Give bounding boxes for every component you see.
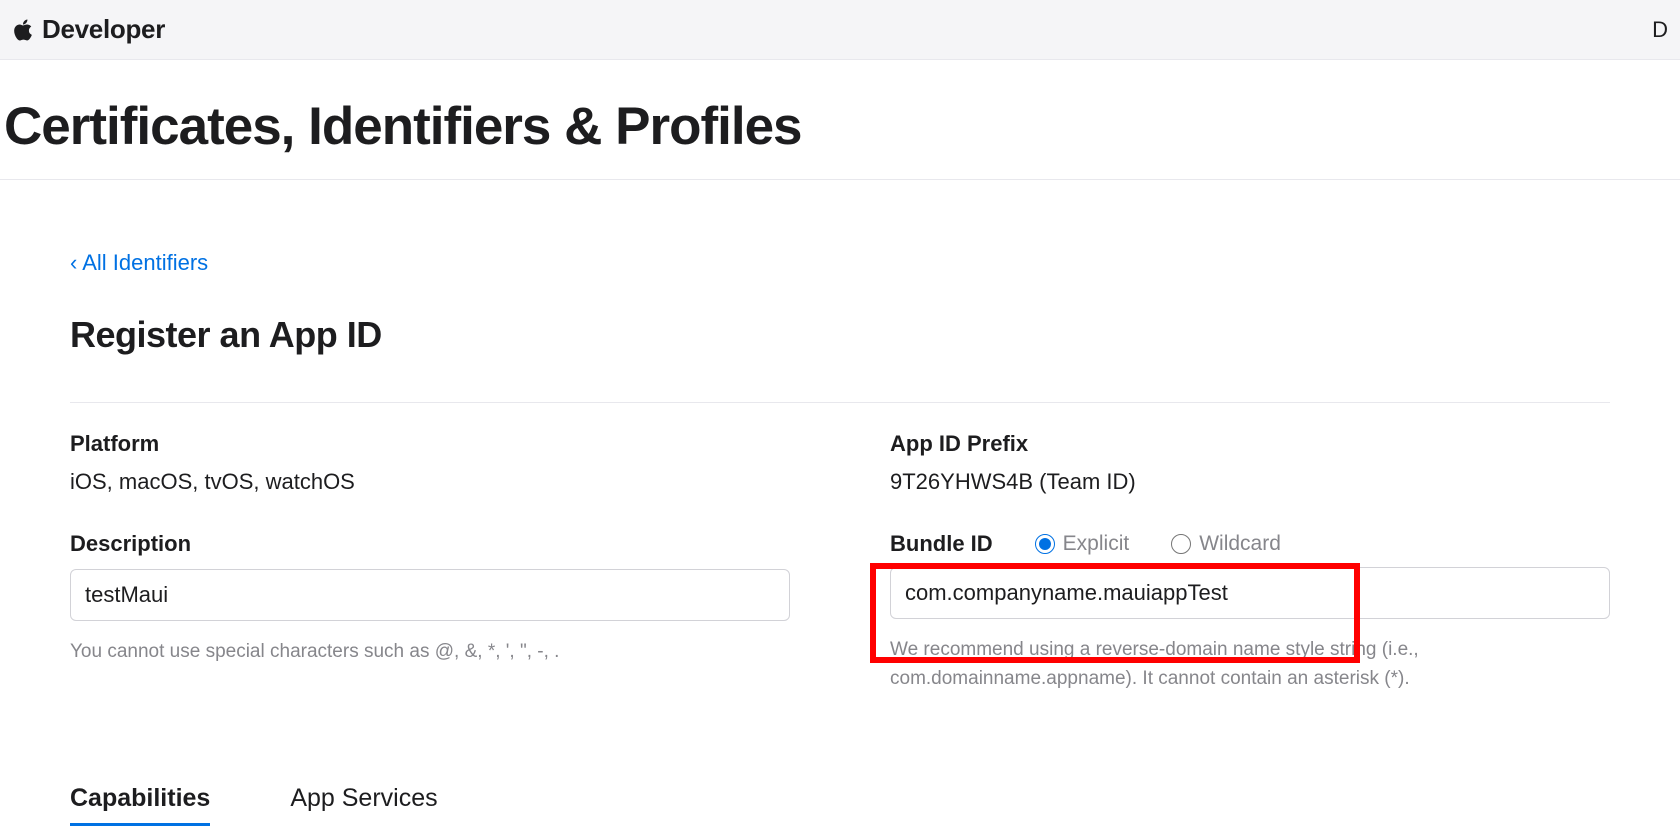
bundle-id-label: Bundle ID	[890, 531, 993, 557]
description-input[interactable]	[70, 569, 790, 621]
radio-wildcard-group[interactable]: Wildcard	[1171, 532, 1281, 556]
apple-logo-icon	[12, 17, 34, 43]
bundle-id-help-text: We recommend using a reverse-domain name…	[890, 635, 1610, 694]
left-column: Platform iOS, macOS, tvOS, watchOS Descr…	[70, 431, 790, 694]
tab-capabilities[interactable]: Capabilities	[70, 784, 210, 826]
platform-value: iOS, macOS, tvOS, watchOS	[70, 469, 790, 495]
bundle-id-header-row: Bundle ID Explicit Wildcard	[890, 531, 1610, 557]
description-help-text: You cannot use special characters such a…	[70, 637, 790, 666]
radio-explicit-group[interactable]: Explicit	[1035, 532, 1130, 556]
developer-brand-text: Developer	[42, 14, 165, 45]
bundle-id-input[interactable]	[890, 567, 1610, 619]
nav-right-truncated: D	[1652, 17, 1668, 43]
section-heading: Register an App ID	[70, 314, 1610, 356]
form-grid: Platform iOS, macOS, tvOS, watchOS Descr…	[70, 431, 1610, 694]
description-label: Description	[70, 531, 790, 557]
platform-label: Platform	[70, 431, 790, 457]
radio-explicit-label: Explicit	[1063, 532, 1130, 556]
page-title: Certificates, Identifiers & Profiles	[4, 96, 1676, 157]
app-id-prefix-label: App ID Prefix	[890, 431, 1610, 457]
right-column: App ID Prefix 9T26YHWS4B (Team ID) Bundl…	[890, 431, 1610, 694]
page-title-section: Certificates, Identifiers & Profiles	[0, 60, 1680, 180]
tab-app-services[interactable]: App Services	[290, 784, 437, 826]
radio-explicit[interactable]	[1035, 534, 1055, 554]
bundle-input-wrap	[890, 567, 1610, 619]
content: ‹ All Identifiers Register an App ID Pla…	[0, 180, 1680, 826]
top-nav: Developer D	[0, 0, 1680, 60]
nav-brand[interactable]: Developer	[12, 14, 165, 45]
radio-wildcard[interactable]	[1171, 534, 1191, 554]
divider	[70, 402, 1610, 403]
tabs: Capabilities App Services	[70, 784, 1610, 826]
radio-wildcard-label: Wildcard	[1199, 532, 1281, 556]
back-link-all-identifiers[interactable]: ‹ All Identifiers	[70, 250, 208, 276]
app-id-prefix-value: 9T26YHWS4B (Team ID)	[890, 469, 1610, 495]
